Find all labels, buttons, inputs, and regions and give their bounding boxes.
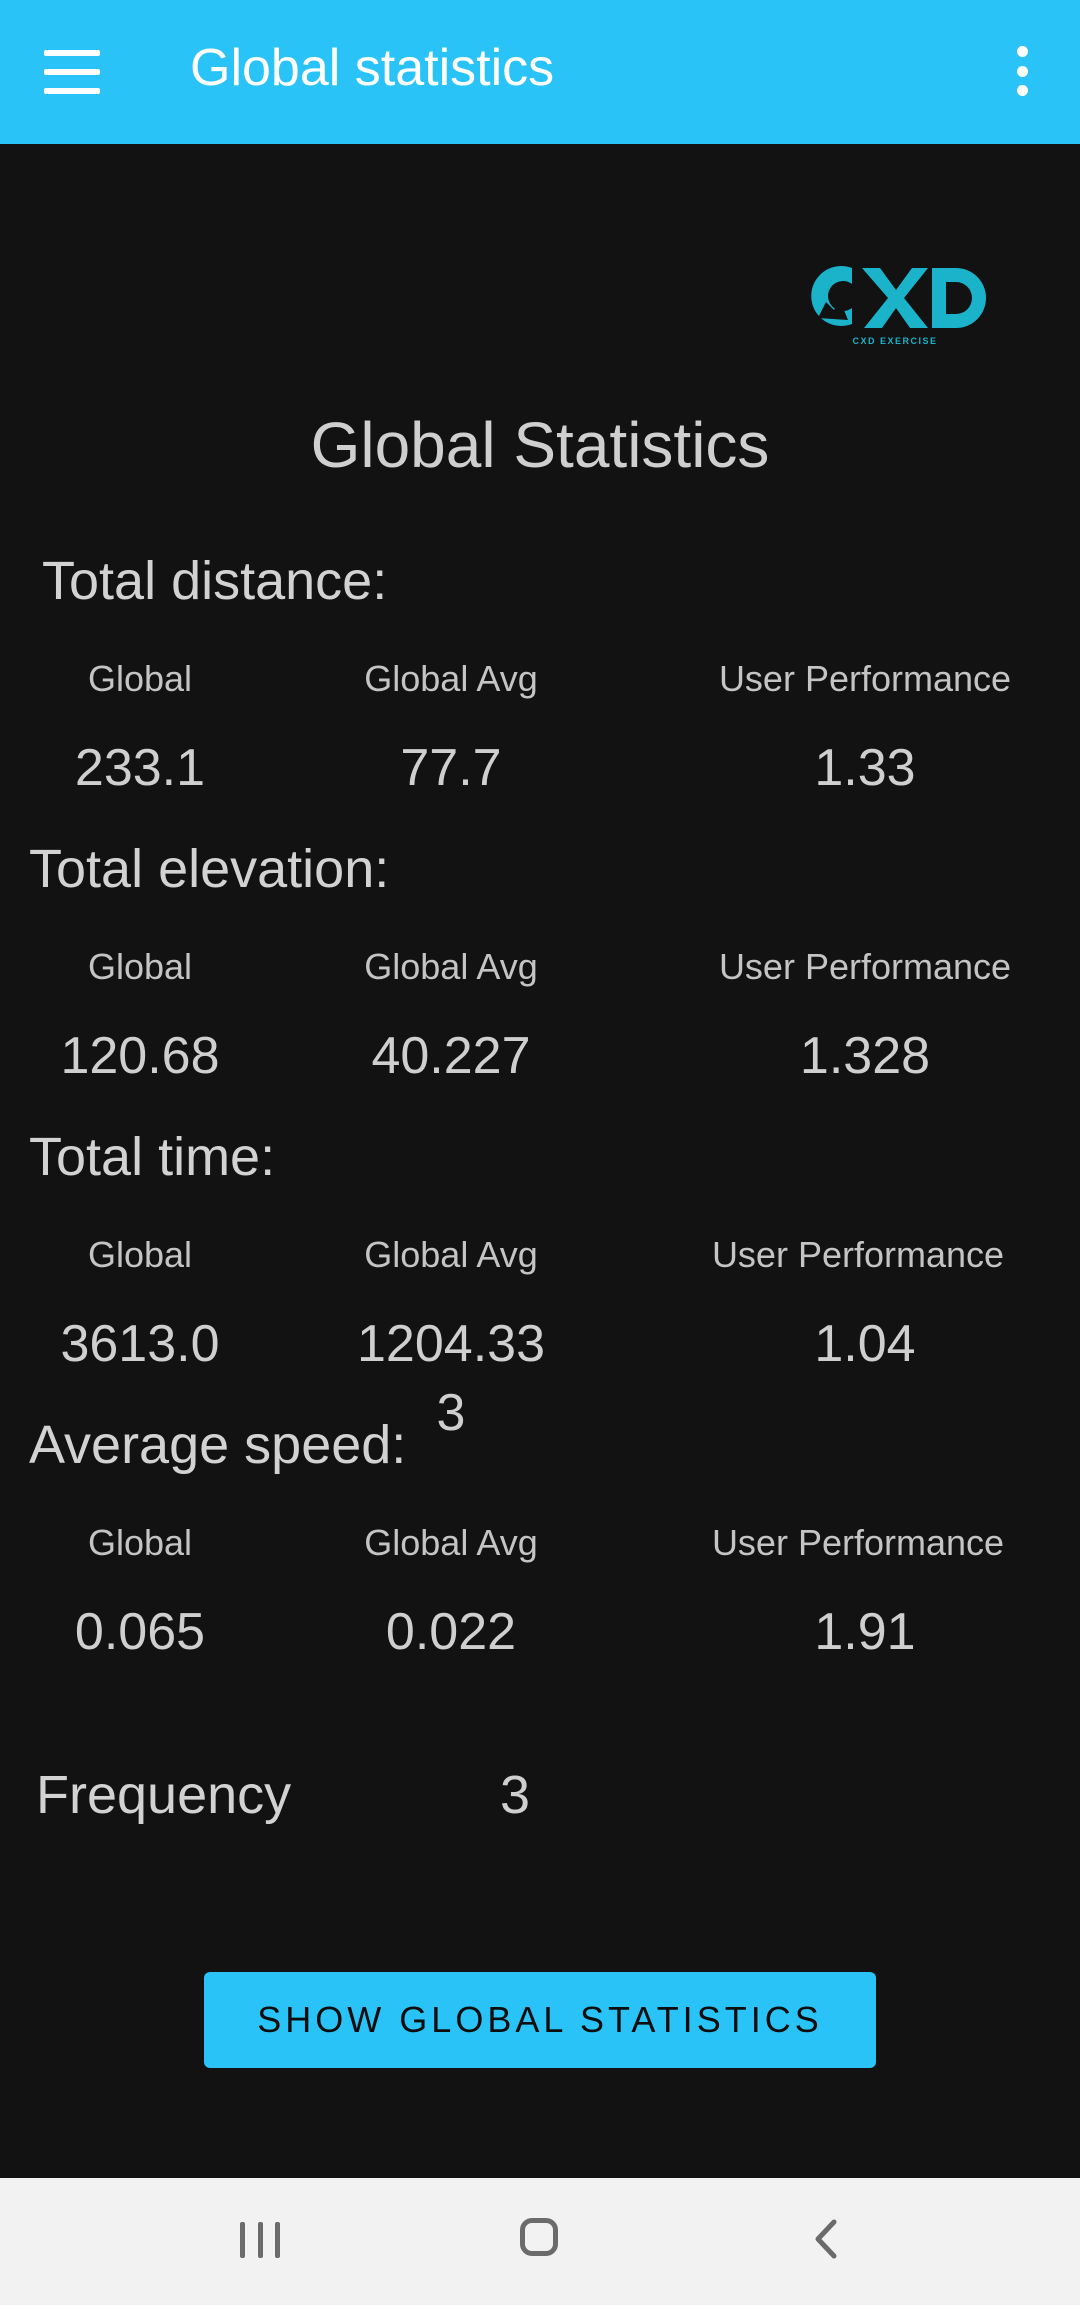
section-label-total-distance: Total distance: bbox=[42, 551, 388, 611]
section-label-total-elevation: Total elevation: bbox=[29, 839, 390, 899]
hamburger-menu-icon[interactable] bbox=[44, 50, 100, 94]
value-user-performance: 1.328 bbox=[799, 1027, 931, 1085]
value-global-avg: 40.227 bbox=[371, 1027, 531, 1085]
value-global-avg: 77.7 bbox=[400, 739, 502, 797]
header-user-performance: User Performance bbox=[711, 1522, 1005, 1563]
cxd-logo: CXD EXERCISE bbox=[800, 262, 990, 350]
header-global: Global bbox=[87, 1234, 193, 1275]
value-user-performance: 1.91 bbox=[814, 1603, 916, 1661]
home-icon[interactable] bbox=[520, 2218, 558, 2256]
show-global-statistics-button[interactable]: SHOW GLOBAL STATISTICS bbox=[204, 1972, 876, 2068]
value-global: 0.065 bbox=[74, 1603, 206, 1661]
header-global: Global bbox=[87, 1522, 193, 1563]
logo-tagline: CXD EXERCISE bbox=[852, 336, 938, 346]
header-global-avg: Global Avg bbox=[364, 946, 538, 987]
cxd-logo-icon bbox=[811, 266, 986, 328]
header-global-avg: Global Avg bbox=[364, 1522, 538, 1563]
more-vertical-icon[interactable] bbox=[1010, 46, 1034, 96]
header-global-avg: Global Avg bbox=[364, 658, 538, 699]
value-global: 120.68 bbox=[60, 1027, 220, 1085]
app-bar-title: Global statistics bbox=[190, 39, 555, 97]
page-title: Global Statistics bbox=[310, 409, 770, 481]
back-icon[interactable] bbox=[806, 2214, 846, 2264]
recent-apps-icon[interactable] bbox=[240, 2222, 280, 2258]
value-global-avg: 0.022 bbox=[385, 1603, 517, 1661]
value-user-performance: 1.04 bbox=[814, 1315, 916, 1373]
frequency-label: Frequency bbox=[36, 1765, 292, 1825]
value-global-avg: 1204.33 bbox=[357, 1315, 545, 1373]
frequency-value: 3 bbox=[500, 1765, 531, 1825]
header-global: Global bbox=[87, 946, 193, 987]
header-user-performance: User Performance bbox=[711, 1234, 1005, 1275]
value-user-performance: 1.33 bbox=[814, 739, 916, 797]
app-bar: Global statistics bbox=[0, 0, 1080, 144]
value-global: 3613.0 bbox=[60, 1315, 220, 1373]
system-nav-bar bbox=[0, 2178, 1080, 2305]
header-user-performance: User Performance bbox=[718, 658, 1012, 699]
section-label-total-time: Total time: bbox=[29, 1127, 276, 1187]
value-global: 233.1 bbox=[74, 739, 206, 797]
header-user-performance: User Performance bbox=[718, 946, 1012, 987]
header-global: Global bbox=[87, 658, 193, 699]
header-global-avg: Global Avg bbox=[364, 1234, 538, 1275]
section-label-average-speed: Average speed: bbox=[29, 1415, 407, 1475]
